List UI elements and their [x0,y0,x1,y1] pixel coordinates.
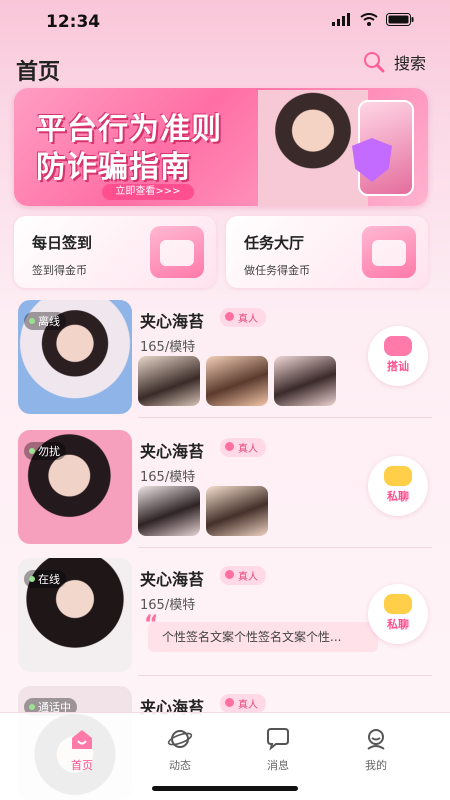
tab-home[interactable]: 首页 [52,727,112,773]
photo-thumbnail[interactable] [206,486,268,536]
signal-icon [332,13,350,26]
user-meta: 165/模特 [140,598,196,613]
quick-cards: 每日签到 签到得金币 任务大厅 做任务得金币 [14,216,428,288]
user-name: 夹心海苔 [140,570,205,589]
verified-badge: 真人 [220,438,266,457]
card-subtitle: 做任务得金币 [244,264,310,277]
banner-title-2: 防诈骗指南 [36,150,191,185]
wifi-icon [360,13,378,26]
user-name: 夹心海苔 [140,442,205,461]
user-meta: 165/模特 [140,470,196,485]
verified-badge: 真人 [220,694,266,713]
status-bar: 12:34 [0,0,450,40]
divider [138,417,432,418]
private-chat-button[interactable]: 私聊 [368,456,428,516]
banner-cta-button[interactable]: 立即查看>>> [102,184,194,200]
signature-text: 个性签名文案个性签名文案个性... [148,622,378,652]
avatar[interactable]: 在线 [18,558,132,672]
checkin-card[interactable]: 每日签到 签到得金币 [14,216,216,288]
task-list-icon [362,226,416,278]
battery-icon [386,13,414,26]
profile-icon [367,729,385,750]
photo-thumbnail[interactable] [274,356,336,406]
search-button[interactable]: 搜索 [362,50,426,74]
card-title: 每日签到 [32,234,93,252]
list-item[interactable]: 勿扰 夹心海苔 真人 165/模特 私聊 [14,428,432,556]
status-badge: 勿扰 [24,442,66,460]
message-icon [267,728,289,751]
status-badge: 离线 [24,312,66,330]
photo-strip [138,356,336,406]
planet-icon [167,730,193,748]
calendar-check-icon [150,226,204,278]
photo-strip [138,486,268,536]
banner[interactable]: 平台行为准则 防诈骗指南 立即查看>>> [14,88,428,206]
banner-model-image [258,90,368,206]
divider [138,675,432,676]
home-icon [72,730,92,749]
avatar[interactable]: 勿扰 [18,430,132,544]
list-item[interactable]: 离线 夹心海苔 真人 165/模特 搭讪 [14,298,432,426]
tab-label: 动态 [169,759,191,772]
home-indicator [152,786,298,791]
tab-moments[interactable]: 动态 [150,727,210,773]
private-chat-button[interactable]: 私聊 [368,584,428,644]
action-label: 私聊 [387,618,409,631]
action-label: 私聊 [387,490,409,503]
tab-label: 首页 [71,759,93,772]
search-label: 搜索 [393,54,426,73]
status-badge: 在线 [24,570,66,588]
verified-badge: 真人 [220,308,266,327]
search-icon [363,52,385,73]
user-meta: 165/模特 [140,340,196,355]
status-icons [332,13,414,26]
card-title: 任务大厅 [244,234,305,252]
divider [138,547,432,548]
avatar[interactable]: 离线 [18,300,132,414]
task-hall-card[interactable]: 任务大厅 做任务得金币 [226,216,428,288]
photo-thumbnail[interactable] [138,356,200,406]
chat-bubble-icon [384,594,412,614]
tab-profile[interactable]: 我的 [346,727,406,773]
photo-thumbnail[interactable] [138,486,200,536]
tab-label: 消息 [267,759,289,772]
greet-button[interactable]: 搭讪 [368,326,428,386]
list-item[interactable]: 在线 夹心海苔 真人 165/模特 “ 个性签名文案个性签名文案个性... 私聊 [14,556,432,684]
action-label: 搭讪 [387,360,409,373]
tab-messages[interactable]: 消息 [248,727,308,773]
status-time: 12:34 [46,12,101,32]
page-title: 首页 [16,60,61,85]
photo-thumbnail[interactable] [206,356,268,406]
chat-bubble-icon [384,466,412,486]
card-subtitle: 签到得金币 [32,264,87,277]
user-name: 夹心海苔 [140,312,205,331]
verified-badge: 真人 [220,566,266,585]
tab-label: 我的 [365,759,387,772]
chat-bubble-icon [384,336,412,356]
